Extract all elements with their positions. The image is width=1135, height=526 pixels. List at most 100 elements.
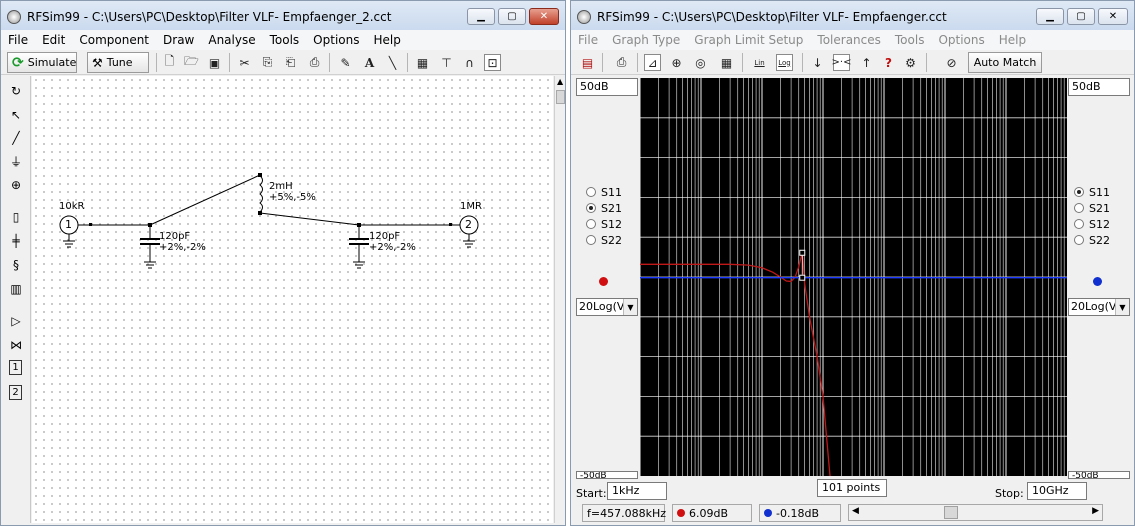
chevron-down-icon[interactable]: ▼: [623, 299, 637, 315]
graph-titlebar[interactable]: RFSim99 - C:\Users\PC\Desktop\Filter VLF…: [571, 1, 1134, 33]
maximize-button[interactable]: ▢: [1067, 8, 1095, 25]
new-file-icon[interactable]: 🗋: [161, 54, 178, 71]
schematic-canvas[interactable]: 1 10kR 2 1MR 2mH +5%,-5% 120pF +2%,-2% 1…: [32, 76, 553, 523]
start-frequency-field[interactable]: 1kHz: [607, 482, 667, 500]
left-s21-option[interactable]: S21: [586, 200, 622, 216]
left-axis-min-field[interactable]: -50dB: [576, 471, 638, 479]
left-format-select[interactable]: 20Log(V) ▼: [576, 298, 638, 316]
transformer-icon[interactable]: ⋈: [8, 336, 24, 354]
zoom-in-icon[interactable]: >·<: [832, 54, 851, 71]
menu-options[interactable]: Options: [306, 33, 366, 47]
points-field[interactable]: 101 points: [817, 479, 887, 497]
print-icon[interactable]: ⎙: [613, 54, 630, 71]
log-scale-button[interactable]: Log: [776, 54, 793, 71]
menu-graph-type[interactable]: Graph Type: [605, 33, 687, 47]
coupler-icon[interactable]: ∩: [461, 54, 478, 71]
help-marker-icon[interactable]: ?: [880, 54, 897, 71]
radio-button[interactable]: [586, 219, 596, 229]
probe-icon[interactable]: ✎: [337, 54, 354, 71]
menu-tools[interactable]: Tools: [263, 33, 307, 47]
menu-component[interactable]: Component: [72, 33, 156, 47]
capacitor-icon[interactable]: ╪: [8, 232, 24, 250]
maximize-button[interactable]: ▢: [498, 8, 526, 25]
lin-scale-button[interactable]: Lin: [751, 54, 768, 71]
radio-button[interactable]: [1074, 203, 1084, 213]
menu-analyse[interactable]: Analyse: [201, 33, 262, 47]
pointer-icon[interactable]: ↖: [8, 106, 24, 124]
menu-tolerances[interactable]: Tolerances: [810, 33, 887, 47]
right-axis-max-field[interactable]: 50dB: [1068, 78, 1130, 96]
print-icon[interactable]: ⎙: [306, 54, 323, 71]
minimize-button[interactable]: ▁: [1036, 8, 1064, 25]
port2-tool-icon[interactable]: 2: [9, 385, 22, 400]
cut-icon[interactable]: ✂: [236, 54, 253, 71]
arrow-up-icon[interactable]: ↑: [858, 54, 875, 71]
smith-chart-icon[interactable]: ⊕: [668, 54, 685, 71]
menu-edit[interactable]: Edit: [35, 33, 72, 47]
menu-draw[interactable]: Draw: [156, 33, 201, 47]
menu-help[interactable]: Help: [366, 33, 407, 47]
calculator-icon[interactable]: ▦: [414, 54, 431, 71]
left-s12-option[interactable]: S12: [586, 216, 622, 232]
source-icon[interactable]: ⊕: [8, 176, 24, 194]
schematic-titlebar[interactable]: RFSim99 - C:\Users\PC\Desktop\Filter VLF…: [1, 1, 565, 33]
line-tool-icon[interactable]: ╲: [384, 54, 401, 71]
ground-icon[interactable]: ⏚: [8, 152, 24, 170]
chevron-down-icon[interactable]: ▼: [1115, 299, 1129, 315]
radio-button[interactable]: [1074, 219, 1084, 229]
scroll-right-icon[interactable]: ▶: [1092, 506, 1099, 516]
rotate-icon[interactable]: ↻: [8, 82, 24, 100]
table-icon[interactable]: ▦: [718, 54, 735, 71]
menu-options[interactable]: Options: [931, 33, 991, 47]
minimize-button[interactable]: ▁: [467, 8, 495, 25]
response-graph[interactable]: [640, 78, 1067, 476]
open-folder-icon[interactable]: 🗁: [183, 54, 200, 71]
radio-button[interactable]: [1074, 187, 1084, 197]
tune-button[interactable]: ⚒ Tune: [87, 52, 149, 73]
exit-icon[interactable]: ▤: [579, 54, 596, 71]
radio-button[interactable]: [586, 203, 596, 213]
text-tool-icon[interactable]: A: [361, 54, 378, 71]
stop-frequency-field[interactable]: 10GHz: [1027, 482, 1087, 500]
arrow-down-icon[interactable]: ↓: [809, 54, 826, 71]
scroll-left-icon[interactable]: ◀: [852, 506, 859, 516]
radio-button[interactable]: [1074, 235, 1084, 245]
simulate-button[interactable]: ⟳ Simulate: [7, 52, 77, 73]
right-s12-option[interactable]: S12: [1074, 216, 1110, 232]
transmission-line-icon[interactable]: ⊤: [438, 54, 455, 71]
right-s22-option[interactable]: S22: [1074, 232, 1110, 248]
rectangular-plot-icon[interactable]: ⊿: [644, 54, 661, 71]
cursor-thumb[interactable]: [944, 506, 958, 519]
radio-button[interactable]: [586, 235, 596, 245]
menu-graph-limit-setup[interactable]: Graph Limit Setup: [687, 33, 810, 47]
tolerance-icon[interactable]: ⚙: [902, 54, 919, 71]
paste-icon[interactable]: ⎗: [282, 54, 299, 71]
menu-tools[interactable]: Tools: [888, 33, 932, 47]
schematic-vertical-scrollbar[interactable]: ▲: [554, 76, 565, 523]
polar-chart-icon[interactable]: ◎: [692, 54, 709, 71]
save-icon[interactable]: ▣: [206, 54, 223, 71]
right-s11-option[interactable]: S11: [1074, 184, 1110, 200]
smith-tool-icon[interactable]: ⊡: [484, 54, 501, 71]
left-s22-option[interactable]: S22: [586, 232, 622, 248]
frequency-cursor-scrollbar[interactable]: ◀ ▶: [848, 504, 1103, 521]
copy-icon[interactable]: ⎘: [259, 54, 276, 71]
right-format-select[interactable]: 20Log(V) ▼: [1068, 298, 1130, 316]
auto-match-button[interactable]: Auto Match: [968, 52, 1042, 73]
scroll-up-icon[interactable]: ▲: [557, 77, 563, 86]
wire-icon[interactable]: ╱: [8, 129, 24, 147]
match-icon[interactable]: ⊘: [943, 54, 960, 71]
scroll-thumb[interactable]: [556, 90, 565, 104]
menu-file[interactable]: File: [1, 33, 35, 47]
amplifier-icon[interactable]: ▷: [8, 312, 24, 330]
port1-tool-icon[interactable]: 1: [9, 360, 22, 375]
left-axis-max-field[interactable]: 50dB: [576, 78, 638, 96]
crystal-icon[interactable]: ▥: [8, 280, 24, 298]
left-s11-option[interactable]: S11: [586, 184, 622, 200]
resistor-icon[interactable]: ▯: [8, 208, 24, 226]
radio-button[interactable]: [586, 187, 596, 197]
right-s21-option[interactable]: S21: [1074, 200, 1110, 216]
menu-help[interactable]: Help: [992, 33, 1033, 47]
menu-file[interactable]: File: [571, 33, 605, 47]
close-button[interactable]: ✕: [1098, 8, 1128, 25]
